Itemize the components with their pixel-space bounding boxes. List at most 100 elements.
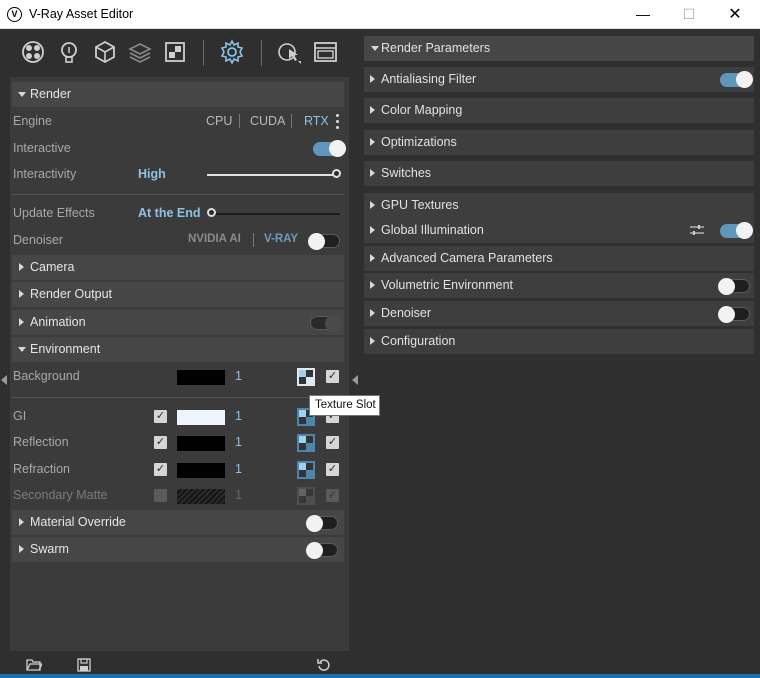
- refraction-override-checkbox[interactable]: ✓: [154, 463, 167, 476]
- swarm-section-header[interactable]: Swarm: [12, 537, 344, 562]
- swarm-toggle[interactable]: [306, 542, 338, 559]
- gpu-textures-section[interactable]: GPU Textures: [364, 193, 754, 218]
- interactive-toggle[interactable]: [313, 140, 346, 157]
- denoiser-option-nvidia[interactable]: NVIDIA AI: [188, 233, 241, 245]
- animation-section-header[interactable]: Animation: [12, 310, 344, 335]
- animation-toggle[interactable]: [310, 315, 342, 332]
- engine-selector: CPU CUDA RTX: [206, 114, 346, 130]
- maximize-button[interactable]: ☐: [666, 0, 712, 29]
- switches-label: Switches: [381, 166, 432, 180]
- expand-arrow-icon: [19, 318, 24, 326]
- engine-option-cuda[interactable]: CUDA: [250, 114, 285, 128]
- materials-icon[interactable]: [20, 39, 46, 65]
- collapse-arrow-icon: [18, 347, 26, 352]
- interactivity-slider-track[interactable]: [207, 174, 337, 176]
- textures-icon[interactable]: [162, 39, 188, 65]
- environment-section-header[interactable]: Environment: [12, 337, 344, 362]
- denoiser-option-vray[interactable]: V-RAY: [264, 233, 298, 245]
- render-parameters-label: Render Parameters: [381, 41, 491, 55]
- engine-option-rtx[interactable]: RTX: [304, 114, 329, 128]
- antialiasing-filter-label: Antialiasing Filter: [381, 72, 477, 86]
- reflection-enable-checkbox[interactable]: ✓: [326, 436, 339, 449]
- window-title: V-Ray Asset Editor: [29, 7, 134, 21]
- update-effects-slider-track[interactable]: [210, 213, 340, 215]
- settings-content: Render Engine CPU CUDA RTX Interactive I…: [10, 77, 349, 651]
- gi-override-checkbox[interactable]: ✓: [154, 410, 167, 423]
- reflection-color-swatch[interactable]: [177, 436, 225, 451]
- settings-icon[interactable]: [219, 39, 245, 65]
- secondary-matte-enable-checkbox[interactable]: ✓: [326, 489, 339, 502]
- refraction-multiplier[interactable]: 1: [235, 462, 242, 476]
- secondary-matte-multiplier[interactable]: 1: [235, 488, 242, 502]
- advanced-camera-parameters-section[interactable]: Advanced Camera Parameters: [364, 246, 754, 271]
- material-override-section-header[interactable]: Material Override: [12, 510, 344, 535]
- minimize-button[interactable]: —: [620, 0, 666, 29]
- volumetric-environment-label: Volumetric Environment: [381, 278, 514, 292]
- reflection-override-checkbox[interactable]: ✓: [154, 436, 167, 449]
- reflection-label: Reflection: [13, 435, 69, 449]
- optimizations-section[interactable]: Optimizations: [364, 130, 754, 155]
- render-interactive-icon[interactable]: [276, 39, 302, 65]
- global-illumination-toggle[interactable]: [720, 222, 753, 239]
- denoiser-section[interactable]: Denoiser: [364, 301, 754, 326]
- global-illumination-section[interactable]: Global Illumination: [364, 218, 754, 243]
- open-folder-icon[interactable]: [26, 657, 44, 673]
- sliders-settings-icon[interactable]: [690, 224, 704, 236]
- background-color-swatch[interactable]: [177, 370, 225, 385]
- expand-arrow-icon: [19, 545, 24, 553]
- render-section-header[interactable]: Render: [12, 82, 344, 107]
- refraction-enable-checkbox[interactable]: ✓: [326, 463, 339, 476]
- collapse-right-arrow-icon[interactable]: [352, 375, 358, 385]
- volumetric-environment-toggle[interactable]: [718, 278, 750, 295]
- geometry-icon[interactable]: [92, 39, 118, 65]
- render-window-icon[interactable]: [312, 39, 338, 65]
- expand-arrow-icon: [19, 518, 24, 526]
- secondary-matte-texture-slot[interactable]: [297, 487, 315, 505]
- expand-arrow-icon: [370, 337, 375, 345]
- color-mapping-section[interactable]: Color Mapping: [364, 98, 754, 123]
- reset-icon[interactable]: [316, 657, 332, 673]
- gi-color-swatch[interactable]: [177, 410, 225, 425]
- collapse-arrow-icon: [18, 92, 26, 97]
- expand-arrow-icon: [370, 201, 375, 209]
- gi-multiplier[interactable]: 1: [235, 409, 242, 423]
- render-output-section-header[interactable]: Render Output: [12, 282, 344, 307]
- switches-section[interactable]: Switches: [364, 161, 754, 186]
- render-parameters-header[interactable]: Render Parameters: [364, 36, 754, 61]
- background-multiplier[interactable]: 1: [235, 369, 242, 383]
- refraction-texture-slot[interactable]: [297, 461, 315, 479]
- secondary-matte-color-swatch[interactable]: [177, 489, 225, 504]
- denoiser-section-label: Denoiser: [381, 306, 432, 320]
- refraction-color-swatch[interactable]: [177, 463, 225, 478]
- volumetric-environment-section[interactable]: Volumetric Environment: [364, 273, 754, 298]
- lights-icon[interactable]: [56, 39, 82, 65]
- divider: [12, 397, 344, 398]
- update-effects-slider-handle[interactable]: [207, 208, 216, 217]
- engine-option-cpu[interactable]: CPU: [206, 114, 232, 128]
- antialiasing-filter-section[interactable]: Antialiasing Filter: [364, 67, 754, 92]
- advanced-camera-parameters-label: Advanced Camera Parameters: [381, 251, 553, 265]
- denoiser-section-toggle[interactable]: [718, 306, 750, 323]
- layers-icon[interactable]: [127, 39, 153, 65]
- reflection-multiplier[interactable]: 1: [235, 435, 242, 449]
- expand-arrow-icon: [370, 309, 375, 317]
- camera-section-header[interactable]: Camera: [12, 255, 344, 280]
- denoiser-toggle[interactable]: [308, 233, 340, 250]
- background-enable-checkbox[interactable]: ✓: [326, 370, 339, 383]
- reflection-texture-slot[interactable]: [297, 434, 315, 452]
- save-icon[interactable]: [76, 657, 92, 673]
- more-options-icon[interactable]: [336, 113, 340, 129]
- collapse-left-arrow-icon[interactable]: [1, 375, 7, 385]
- interactivity-slider-handle[interactable]: [332, 169, 341, 178]
- secondary-matte-override-checkbox[interactable]: [154, 489, 167, 502]
- configuration-section[interactable]: Configuration: [364, 329, 754, 354]
- taskbar-accent-strip: [0, 674, 760, 678]
- interactive-label: Interactive: [13, 141, 71, 155]
- background-texture-slot[interactable]: [297, 368, 315, 386]
- antialiasing-filter-toggle[interactable]: [720, 71, 753, 88]
- material-override-toggle[interactable]: [306, 515, 338, 532]
- color-mapping-label: Color Mapping: [381, 103, 463, 117]
- interactivity-value: High: [138, 167, 166, 181]
- refraction-label: Refraction: [13, 462, 70, 476]
- close-button[interactable]: ✕: [712, 0, 758, 29]
